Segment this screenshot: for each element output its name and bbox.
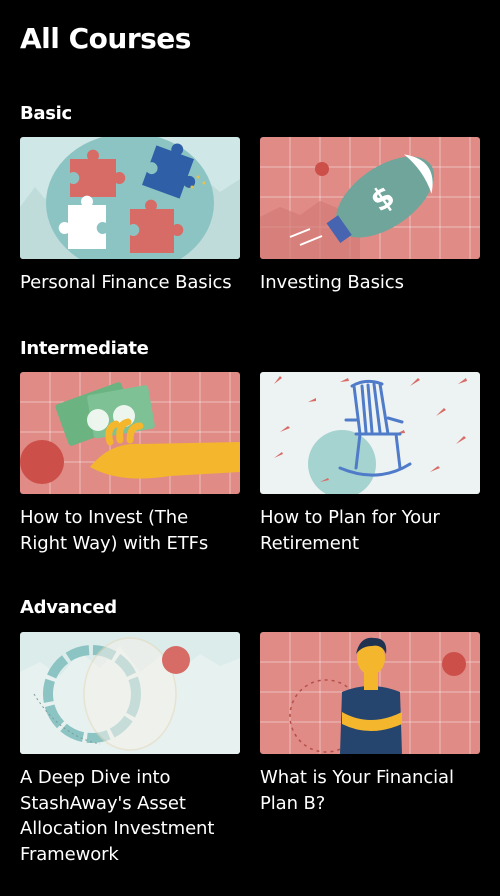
person-crossed-arms-illustration (260, 632, 480, 754)
section-heading-basic: Basic (20, 103, 72, 124)
course-card-investing-basics[interactable]: $ Investing Basics (260, 137, 480, 296)
page-title: All Courses (20, 22, 191, 55)
section-heading-intermediate: Intermediate (20, 338, 149, 359)
course-title: A Deep Dive into StashAway's Asset Alloc… (20, 767, 215, 865)
course-card-financial-plan-b[interactable]: What is Your Financial Plan B? (260, 632, 480, 816)
course-card-plan-for-retirement[interactable]: How to Plan for Your Retirement (260, 372, 480, 556)
rocking-chair-illustration (260, 372, 480, 494)
course-title: Investing Basics (260, 272, 404, 293)
allocation-rings-illustration (20, 632, 240, 754)
dollar-rocket-illustration: $ (260, 137, 480, 259)
puzzle-pieces-illustration (20, 137, 240, 259)
section-heading-advanced: Advanced (20, 597, 117, 618)
course-card-personal-finance-basics[interactable]: Personal Finance Basics (20, 137, 240, 296)
course-title: Personal Finance Basics (20, 272, 232, 293)
course-card-invest-with-etfs[interactable]: How to Invest (The Right Way) with ETFs (20, 372, 240, 556)
course-card-asset-allocation-deep-dive[interactable]: A Deep Dive into StashAway's Asset Alloc… (20, 632, 240, 867)
money-hand-illustration (20, 372, 240, 494)
course-title: What is Your Financial Plan B? (260, 767, 454, 814)
course-title: How to Plan for Your Retirement (260, 507, 440, 554)
course-title: How to Invest (The Right Way) with ETFs (20, 507, 209, 554)
